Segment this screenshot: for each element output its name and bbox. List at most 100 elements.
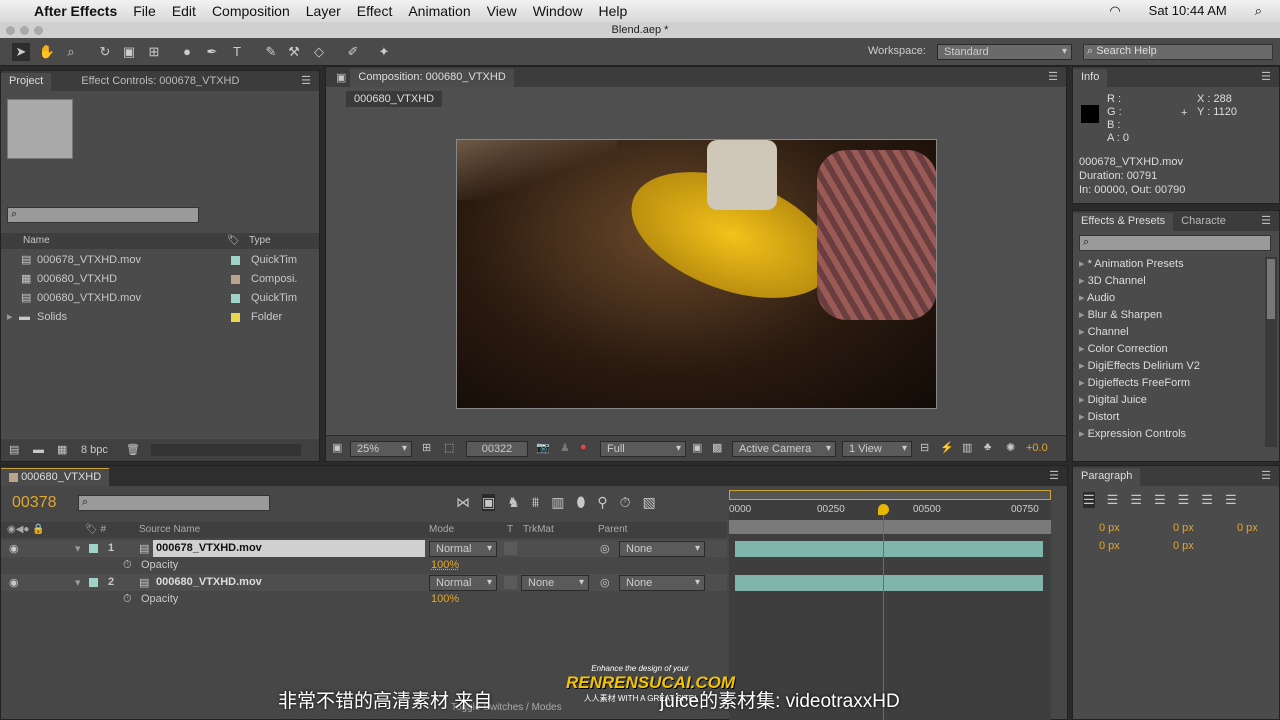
current-time-field[interactable]: 00322 xyxy=(466,441,528,457)
effect-category[interactable]: 3D Channel xyxy=(1073,273,1261,290)
indent-left-value[interactable]: 0 px xyxy=(1099,522,1120,534)
comp-breadcrumb[interactable]: 000680_VTXHD xyxy=(346,91,443,107)
justify-left-icon[interactable]: ☰ xyxy=(1154,492,1166,508)
menu-file[interactable]: File xyxy=(133,3,156,19)
stopwatch-icon[interactable]: ⏱ xyxy=(123,593,132,606)
composition-viewer[interactable] xyxy=(456,139,937,409)
panel-menu-icon[interactable]: ☰ xyxy=(1261,214,1271,227)
tab-character[interactable]: Characte xyxy=(1173,213,1234,231)
effect-category[interactable]: Digieffects FreeForm xyxy=(1073,375,1261,392)
col-parent[interactable]: Parent xyxy=(598,522,627,538)
workspace-dropdown[interactable]: Standard xyxy=(937,44,1072,60)
effect-category[interactable]: Color Correction xyxy=(1073,341,1261,358)
justify-all-icon[interactable]: ☰ xyxy=(1225,492,1237,508)
layer-name[interactable]: 000678_VTXHD.mov xyxy=(153,540,425,557)
hide-shy-layers-icon[interactable]: ♞ xyxy=(507,494,520,511)
panel-menu-icon[interactable]: ☰ xyxy=(1048,70,1058,83)
tab-composition[interactable]: Composition: 000680_VTXHD xyxy=(350,69,514,87)
col-source-name[interactable]: Source Name xyxy=(139,522,200,538)
current-time-display[interactable]: 00378 xyxy=(12,494,57,512)
tab-effects-presets[interactable]: Effects & Presets xyxy=(1073,213,1174,231)
indent-first-value[interactable]: 0 px xyxy=(1237,522,1258,534)
space-before-value[interactable]: 0 px xyxy=(1099,540,1120,552)
visibility-icon[interactable]: ◉ xyxy=(9,542,19,555)
track-matte-dropdown[interactable]: None xyxy=(521,575,589,591)
layer-bar[interactable] xyxy=(735,541,1043,557)
menu-edit[interactable]: Edit xyxy=(172,3,196,19)
view-layout-dropdown[interactable]: 1 View xyxy=(842,441,912,457)
effect-category[interactable]: Audio xyxy=(1073,290,1261,307)
panel-menu-icon[interactable]: ☰ xyxy=(1261,70,1271,83)
project-item[interactable]: ▸ ▬ Solids Folder xyxy=(1,308,319,327)
resolution-dropdown[interactable]: Full xyxy=(600,441,686,457)
stopwatch-icon[interactable]: ⏱ xyxy=(620,494,631,511)
menu-view[interactable]: View xyxy=(487,3,517,19)
frame-blending-icon[interactable]: ⩩ xyxy=(532,494,539,511)
region-of-interest-icon[interactable]: ▣ xyxy=(692,441,702,454)
motion-blur-icon[interactable]: ▥ xyxy=(551,494,564,511)
menu-effect[interactable]: Effect xyxy=(357,3,393,19)
justify-center-icon[interactable]: ☰ xyxy=(1178,492,1190,508)
effect-category[interactable]: Digital Juice xyxy=(1073,392,1261,409)
camera-dropdown[interactable]: Active Camera xyxy=(732,441,836,457)
align-center-icon[interactable]: ☰ xyxy=(1107,492,1119,508)
time-ruler[interactable]: 0000 00250 00500 00750 xyxy=(729,504,1051,520)
visibility-icon[interactable]: ◉ xyxy=(9,576,19,589)
minimize-window-button[interactable] xyxy=(20,26,29,35)
spotlight-icon[interactable]: ⌕ xyxy=(1255,3,1262,19)
menu-layer[interactable]: Layer xyxy=(306,3,341,19)
fast-previews-icon[interactable]: ⚡ xyxy=(940,441,954,454)
pan-behind-tool-icon[interactable]: ⊞ xyxy=(145,43,163,61)
pickwhip-icon[interactable]: ◎ xyxy=(600,576,610,589)
panel-menu-icon[interactable]: ☰ xyxy=(1049,469,1059,482)
interpret-footage-icon[interactable]: ▤ xyxy=(9,439,19,461)
effect-category[interactable]: Expression Controls xyxy=(1073,426,1261,443)
effect-category[interactable]: * Animation Presets xyxy=(1073,256,1261,273)
mask-visibility-icon[interactable]: ⬚ xyxy=(444,441,454,454)
work-area-bar[interactable] xyxy=(729,490,1051,500)
pixel-aspect-icon[interactable]: ⊟ xyxy=(920,441,929,454)
menu-help[interactable]: Help xyxy=(599,3,628,19)
property-row[interactable]: ⏱ Opacity 100% xyxy=(1,591,727,608)
project-item[interactable]: ▤ 000680_VTXHD.mov QuickTim xyxy=(1,289,319,308)
magnification-dropdown[interactable]: 25% xyxy=(350,441,412,457)
panel-menu-icon[interactable]: ☰ xyxy=(1261,469,1271,482)
label-swatch[interactable] xyxy=(89,578,98,587)
exposure-icon[interactable]: ✺ xyxy=(1006,441,1015,454)
align-right-icon[interactable]: ☰ xyxy=(1130,492,1142,508)
work-area[interactable] xyxy=(729,520,1051,534)
hand-tool-icon[interactable]: ✋ xyxy=(38,43,56,61)
project-search-input[interactable]: ⌕ xyxy=(7,207,199,223)
col-type[interactable]: Type xyxy=(249,233,271,249)
search-help-input[interactable]: ⌕ Search Help xyxy=(1083,44,1273,60)
trash-icon[interactable]: 🗑 xyxy=(126,439,140,461)
draft-3d-icon[interactable]: ▣ xyxy=(482,494,496,511)
preserve-transparency-checkbox[interactable] xyxy=(504,542,517,555)
pen-tool-icon[interactable]: ✒ xyxy=(203,43,221,61)
menu-window[interactable]: Window xyxy=(533,3,583,19)
tab-timeline[interactable]: 000680_VTXHD xyxy=(1,468,110,486)
panel-menu-icon[interactable]: ☰ xyxy=(301,74,311,87)
always-preview-icon[interactable]: ▣ xyxy=(332,441,342,454)
tab-info[interactable]: Info xyxy=(1073,69,1108,87)
show-snapshot-icon[interactable]: ♟ xyxy=(560,441,570,454)
channels-icon[interactable]: ● xyxy=(580,441,587,453)
flowchart-icon[interactable]: ♣ xyxy=(984,441,991,453)
col-name[interactable]: Name xyxy=(23,233,50,249)
property-row[interactable]: ⏱ Opacity 100% xyxy=(1,557,727,574)
pickwhip-icon[interactable]: ◎ xyxy=(600,542,610,555)
close-window-button[interactable] xyxy=(6,26,15,35)
bpc-button[interactable]: 8 bpc xyxy=(81,439,108,461)
auto-keyframe-icon[interactable]: ⚲ xyxy=(597,494,607,511)
clone-stamp-tool-icon[interactable]: ⚒ xyxy=(285,43,303,61)
lock-icon[interactable]: ▣ xyxy=(336,71,346,84)
exposure-value[interactable]: +0.0 xyxy=(1026,442,1048,454)
expand-arrow-icon[interactable]: ▾ xyxy=(75,542,81,555)
new-composition-icon[interactable]: ▦ xyxy=(57,439,67,461)
tab-project[interactable]: Project xyxy=(1,73,52,91)
snapshot-icon[interactable]: 📷 xyxy=(536,441,550,454)
space-after-value[interactable]: 0 px xyxy=(1173,540,1194,552)
layer-bar[interactable] xyxy=(735,575,1043,591)
clock[interactable]: Sat 10:44 AM xyxy=(1149,3,1227,19)
effect-category[interactable]: Blur & Sharpen xyxy=(1073,307,1261,324)
